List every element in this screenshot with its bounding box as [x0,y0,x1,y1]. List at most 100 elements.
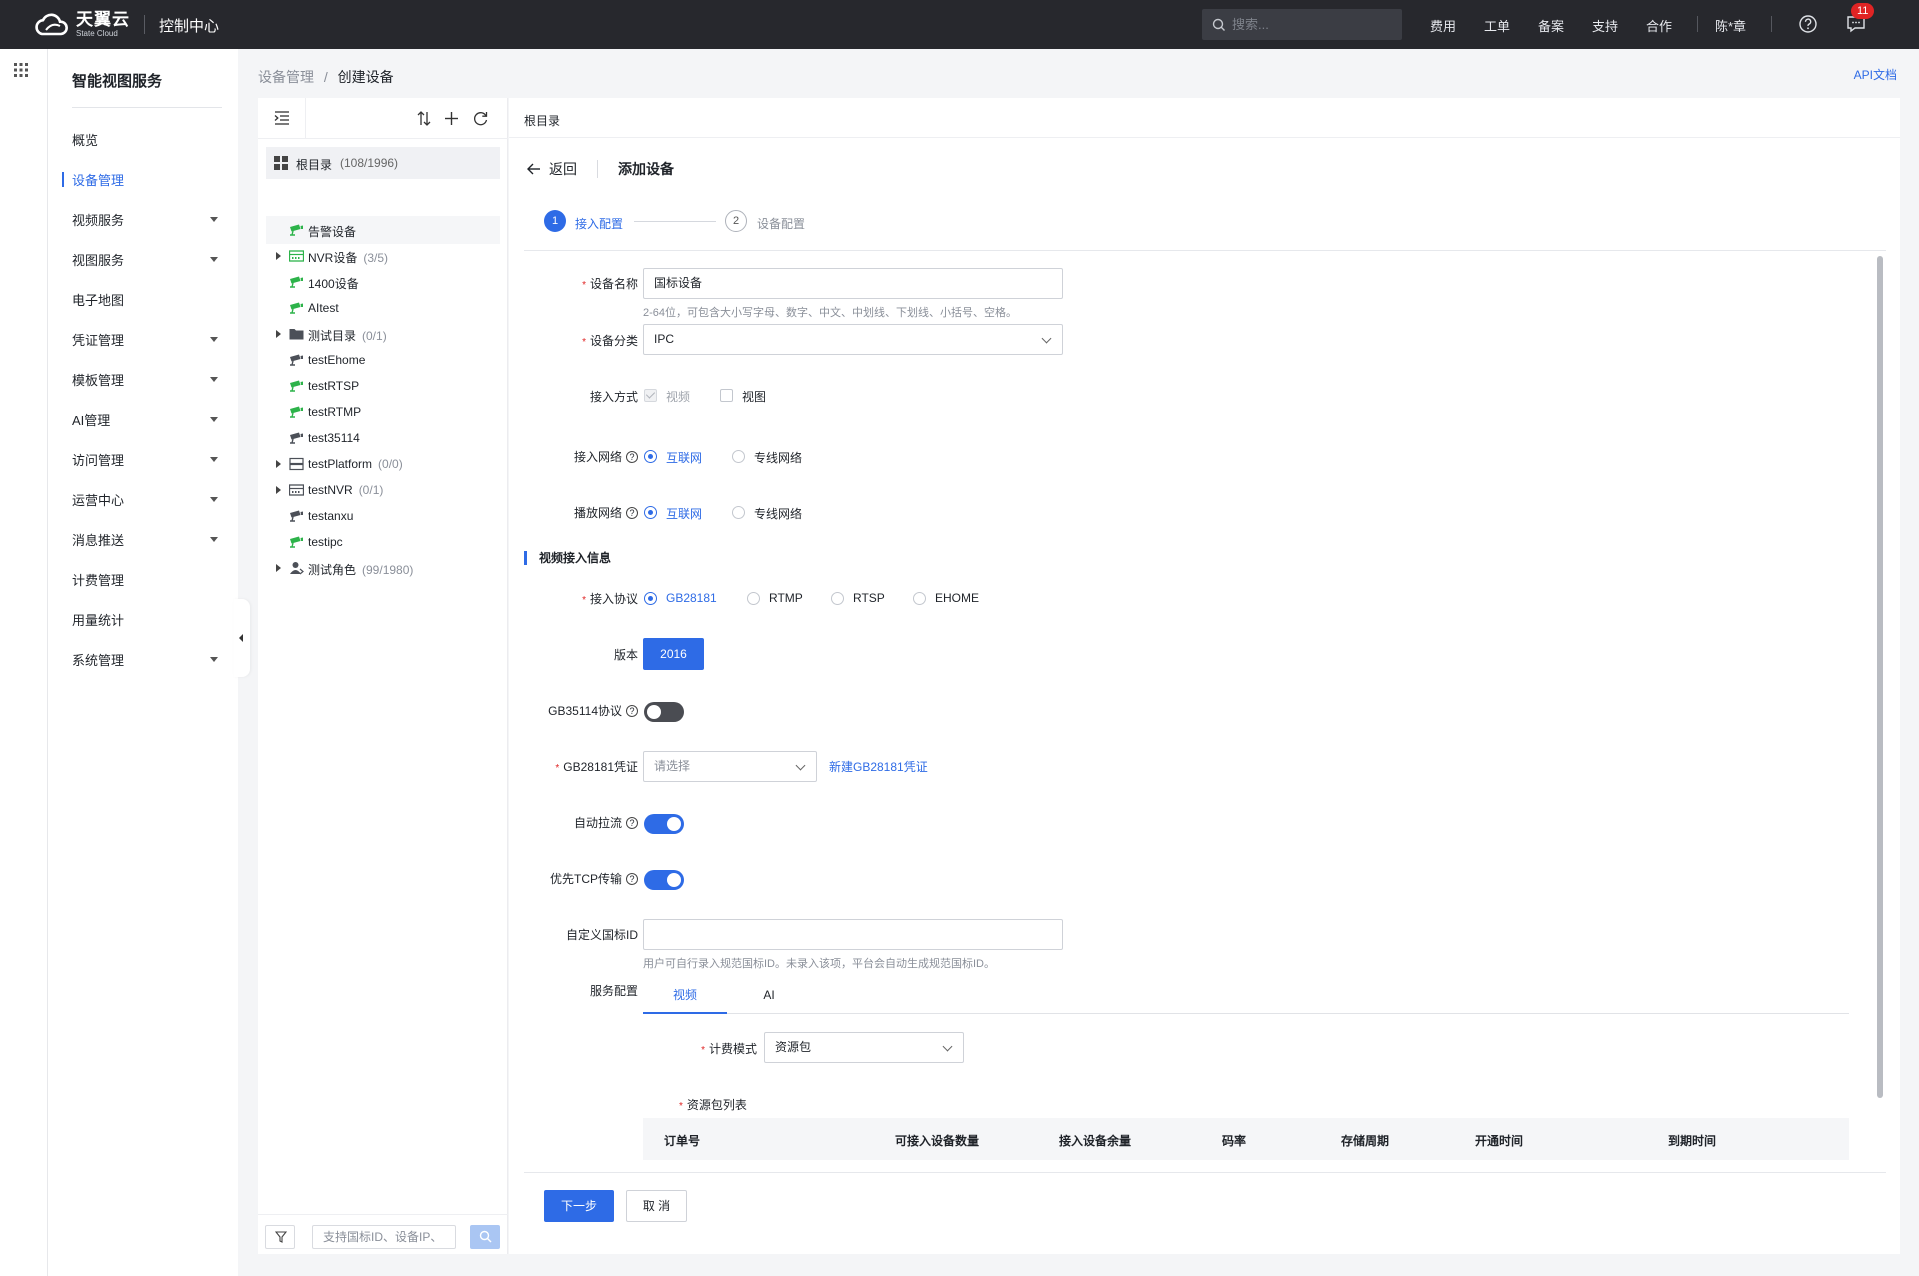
add-icon[interactable] [444,111,459,126]
tree-node-label: 测试目录 [308,329,357,343]
sidebar-item[interactable]: 运营中心 [72,490,222,510]
sidebar-item-label: 系统管理 [72,653,125,668]
sidebar-item[interactable]: 用量统计 [72,610,222,630]
cancel-button[interactable]: 取 消 [626,1190,687,1222]
api-doc-link[interactable]: API文档 [1854,66,1897,83]
console-title[interactable]: 控制中心 [159,15,219,36]
tree-search-input[interactable] [312,1225,456,1249]
sort-icon[interactable] [416,110,432,127]
new-credential-link[interactable]: 新建GB28181凭证 [829,758,928,775]
sidebar-item[interactable]: 模板管理 [72,370,222,390]
tree-node[interactable]: test35114 [266,424,500,452]
sidebar-item[interactable]: 设备管理 [62,170,222,190]
sidebar-collapse-button[interactable] [234,599,250,677]
version-2016-button[interactable]: 2016 [643,638,704,670]
sidebar-item-label: 凭证管理 [72,333,125,348]
credential-select[interactable]: 请选择 [643,751,817,782]
next-button[interactable]: 下一步 [544,1190,614,1222]
sidebar-item-label: 运营中心 [72,493,125,508]
tab-ai[interactable]: AI [727,980,811,1014]
nav-support[interactable]: 支持 [1592,16,1618,35]
tree-search-button[interactable] [470,1225,500,1249]
sidebar-item-label: 视频服务 [72,213,125,228]
tree-node[interactable]: testRTMP [266,398,500,426]
gb35114-toggle[interactable] [644,702,684,722]
prefer-tcp-toggle[interactable] [644,870,684,890]
tree-node-label-wrap: testRTSP [308,379,359,393]
device-type-select[interactable]: IPC [643,324,1063,355]
tree-node-label: testRTMP [308,405,362,419]
custom-id-input[interactable] [643,919,1063,950]
device-name-input[interactable]: 国标设备 [643,268,1063,299]
caret-right-icon[interactable] [276,486,281,494]
arrow-left-icon[interactable] [527,163,541,175]
tree-node-label: testRTSP [308,379,360,393]
sidebar-item[interactable]: 视图服务 [72,250,222,270]
tree-node[interactable]: testanxu [266,502,500,530]
auto-pull-toggle[interactable] [644,814,684,834]
divider [1771,16,1772,32]
help-icon[interactable] [1797,13,1819,35]
caret-down-icon [210,457,218,462]
sidebar-item[interactable]: AI管理 [72,410,222,430]
divider [524,250,1886,251]
sidebar-item[interactable]: 电子地图 [72,290,222,310]
caret-right-icon[interactable] [276,460,281,468]
form-scrollbar[interactable] [1877,256,1883,1098]
back-button[interactable]: 返回 [549,159,577,179]
tree-collapse-button[interactable] [258,98,306,138]
tree-node[interactable]: testRTSP [266,372,500,400]
apps-grid-icon[interactable] [14,63,28,77]
tree-node-count: (99/1980) [362,563,414,577]
caret-right-icon[interactable] [276,330,281,338]
tree-node[interactable]: testipc [266,528,500,556]
tree-node[interactable]: 测试目录 (0/1) [266,320,500,348]
indent-icon [274,111,289,125]
sidebar-item[interactable]: 系统管理 [72,650,222,670]
caret-right-icon[interactable] [276,252,281,260]
page-title: 添加设备 [618,161,674,177]
sidebar-item[interactable]: 计费管理 [72,570,222,590]
nav-filing[interactable]: 备案 [1538,16,1564,35]
refresh-icon[interactable] [472,110,489,127]
tree-node-label: testanxu [308,509,354,523]
tree-node[interactable]: testEhome [266,346,500,374]
user-name[interactable]: 陈*章 [1715,16,1746,35]
tree-node-count: (0/1) [358,483,384,497]
protocol-label: * 接入协议 [582,592,638,606]
tree-root-node[interactable]: 根目录 (108/1996) [266,147,500,179]
nav-tickets[interactable]: 工单 [1484,16,1510,35]
sidebar-item[interactable]: 凭证管理 [72,330,222,350]
tree-node[interactable]: testNVR (0/1) [266,476,500,504]
tree-node[interactable]: 1400设备 [266,268,500,296]
global-search[interactable] [1202,9,1402,40]
sidebar-item[interactable]: 访问管理 [72,450,222,470]
tree-node[interactable]: testPlatform (0/0) [266,450,500,478]
tab-video[interactable]: 视频 [643,980,727,1014]
tree-node[interactable]: 测试角色 (99/1980) [266,554,500,582]
tree-node-label-wrap: testEhome [308,353,365,367]
device-name-hint: 2-64位，可包含大小写字母、数字、中文、中划线、下划线、小括号、空格。 [643,307,1018,319]
filter-button[interactable] [265,1225,295,1249]
tree-node-count: (0/1) [362,329,387,343]
breadcrumb-parent[interactable]: 设备管理 [258,69,314,85]
billing-mode-select[interactable]: 资源包 [764,1032,964,1063]
nav-fees[interactable]: 费用 [1430,16,1456,35]
sidebar-item[interactable]: 视频服务 [72,210,222,230]
camera-icon [290,536,303,548]
tree-node-label: AItest [308,301,339,315]
sidebar-item[interactable]: 概览 [72,130,222,150]
divider [1697,16,1698,32]
tree-node[interactable]: AItest [266,294,500,322]
sidebar-item[interactable]: 消息推送 [72,530,222,550]
column-end-time: 到期时间 [1668,1134,1717,1148]
global-search-input[interactable] [1232,17,1392,32]
caret-down-icon [210,497,218,502]
caret-right-icon[interactable] [276,564,281,572]
tree-node[interactable]: NVR设备 (3/5) [266,242,500,270]
tree-node[interactable]: 告警设备 [266,216,500,244]
tree-node-label-wrap: testRTMP [308,405,361,419]
sidebar-item-label: 视图服务 [72,253,125,268]
logo[interactable]: 天翼云 State Cloud [32,11,130,38]
nav-partner[interactable]: 合作 [1646,16,1672,35]
